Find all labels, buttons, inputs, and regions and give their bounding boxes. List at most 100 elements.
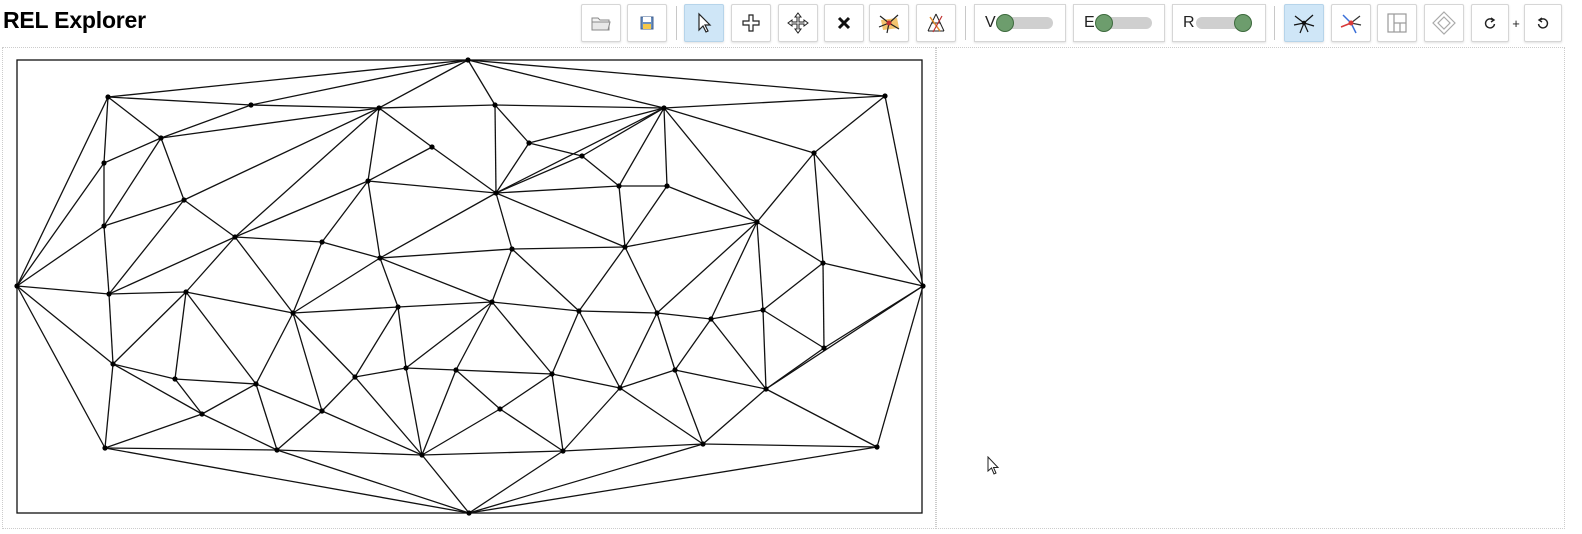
graph-edge[interactable] bbox=[367, 107, 380, 182]
graph-vertex[interactable] bbox=[105, 94, 111, 100]
graph-edge[interactable] bbox=[551, 373, 564, 452]
graph-edge[interactable] bbox=[656, 312, 712, 320]
slider-track[interactable] bbox=[1095, 14, 1152, 32]
graph-vertex[interactable] bbox=[395, 304, 401, 310]
graph-edge[interactable] bbox=[16, 285, 110, 295]
graph-vertex[interactable] bbox=[248, 102, 254, 108]
slider-knob[interactable] bbox=[1234, 14, 1253, 32]
graph-vertex[interactable] bbox=[617, 385, 623, 391]
graph-edge[interactable] bbox=[663, 107, 668, 187]
graph-edge[interactable] bbox=[185, 291, 294, 314]
undo-button[interactable] bbox=[1524, 4, 1562, 42]
graph-edge[interactable] bbox=[455, 369, 553, 375]
graph-vertex[interactable] bbox=[183, 289, 189, 295]
save-file-button[interactable] bbox=[627, 4, 667, 42]
graph-edge[interactable] bbox=[234, 236, 323, 243]
slider-knob[interactable] bbox=[1095, 14, 1114, 32]
graph-edge[interactable] bbox=[762, 309, 825, 349]
graph-edge[interactable] bbox=[624, 246, 658, 314]
graph-edge[interactable] bbox=[822, 262, 924, 287]
graph-edge[interactable] bbox=[112, 363, 176, 380]
graph-edge[interactable] bbox=[16, 285, 106, 449]
graph-edge[interactable] bbox=[421, 408, 501, 456]
graph-edge[interactable] bbox=[499, 373, 553, 410]
graph-edge[interactable] bbox=[467, 59, 665, 109]
delete-tool-button[interactable] bbox=[824, 4, 864, 42]
move-tool-button[interactable] bbox=[778, 4, 818, 42]
graph-edge[interactable] bbox=[710, 221, 758, 320]
graph-canvas-panel[interactable] bbox=[2, 47, 936, 529]
graph-vertex[interactable] bbox=[158, 135, 164, 141]
graph-edge[interactable] bbox=[379, 248, 513, 259]
graph-edge[interactable] bbox=[354, 367, 407, 378]
graph-vertex[interactable] bbox=[811, 150, 817, 156]
graph-edge[interactable] bbox=[702, 443, 878, 448]
graph-vertex[interactable] bbox=[497, 406, 503, 412]
graph-vertex[interactable] bbox=[509, 246, 515, 252]
graph-vertex[interactable] bbox=[453, 367, 459, 373]
graph-edge[interactable] bbox=[756, 221, 764, 311]
graph-edge[interactable] bbox=[174, 291, 187, 380]
graph-vertex[interactable] bbox=[664, 183, 670, 189]
graph-edge[interactable] bbox=[455, 301, 493, 371]
graph-edge[interactable] bbox=[160, 104, 252, 139]
graph-edge[interactable] bbox=[405, 367, 423, 456]
graph-edge[interactable] bbox=[624, 221, 758, 248]
graph-edge[interactable] bbox=[551, 373, 621, 389]
graph-edge[interactable] bbox=[495, 192, 513, 250]
graph-edge[interactable] bbox=[378, 107, 433, 148]
graph-edge[interactable] bbox=[185, 236, 236, 293]
graph-edge[interactable] bbox=[321, 410, 423, 456]
graph-vertex[interactable] bbox=[920, 283, 926, 289]
graph-vertex[interactable] bbox=[101, 160, 107, 166]
graph-vertex[interactable] bbox=[199, 411, 205, 417]
graph-edge[interactable] bbox=[183, 199, 236, 238]
graph-edge[interactable] bbox=[276, 410, 323, 451]
graph-edge[interactable] bbox=[666, 185, 758, 223]
graph-edge[interactable] bbox=[405, 301, 493, 369]
graph-edge[interactable] bbox=[108, 199, 185, 295]
graph-vertex[interactable] bbox=[352, 374, 358, 380]
graph-edge[interactable] bbox=[103, 225, 110, 295]
graph-edge[interactable] bbox=[250, 59, 469, 106]
graph-edge[interactable] bbox=[813, 95, 886, 154]
graph-edge[interactable] bbox=[112, 363, 203, 415]
graph-edge[interactable] bbox=[756, 221, 824, 264]
graph-vertex[interactable] bbox=[290, 310, 296, 316]
graph-vertex[interactable] bbox=[377, 255, 383, 261]
graph-edge[interactable] bbox=[499, 408, 564, 452]
graph-edge[interactable] bbox=[663, 95, 886, 109]
graph-edge[interactable] bbox=[756, 152, 815, 223]
graph-edge[interactable] bbox=[276, 449, 423, 456]
graph-vertex[interactable] bbox=[319, 408, 325, 414]
region-slider[interactable]: R bbox=[1172, 4, 1266, 42]
graph-vertex[interactable] bbox=[820, 260, 826, 266]
graph-edge[interactable] bbox=[234, 107, 380, 238]
graph-edge[interactable] bbox=[674, 369, 767, 390]
graph-edge[interactable] bbox=[354, 376, 423, 456]
graph-vertex[interactable] bbox=[760, 307, 766, 313]
graph-vertex[interactable] bbox=[576, 308, 582, 314]
graph-edge[interactable] bbox=[822, 262, 825, 349]
graph-vertex[interactable] bbox=[466, 510, 472, 516]
graph-edge[interactable] bbox=[378, 104, 496, 109]
rectangular-layout-button[interactable] bbox=[1377, 4, 1417, 42]
add-vertex-button[interactable] bbox=[731, 4, 771, 42]
graph-edge[interactable] bbox=[656, 221, 758, 314]
star-tool-button[interactable] bbox=[869, 4, 909, 42]
graph-vertex[interactable] bbox=[622, 244, 628, 250]
graph-edge[interactable] bbox=[397, 306, 407, 369]
graph-vertex[interactable] bbox=[526, 140, 532, 146]
graph-edge[interactable] bbox=[468, 450, 564, 514]
slider-track[interactable] bbox=[996, 14, 1053, 32]
graph-vertex[interactable] bbox=[493, 190, 499, 196]
graph-edge[interactable] bbox=[255, 312, 294, 385]
graph-edge[interactable] bbox=[185, 291, 257, 385]
graph-vertex[interactable] bbox=[14, 283, 20, 289]
graph-edge[interactable] bbox=[495, 185, 620, 194]
graph-edge[interactable] bbox=[107, 96, 252, 106]
graph-edge[interactable] bbox=[495, 192, 626, 248]
graph-edge[interactable] bbox=[663, 107, 815, 154]
select-tool-button[interactable] bbox=[684, 4, 724, 42]
graph-edge[interactable] bbox=[467, 59, 496, 106]
